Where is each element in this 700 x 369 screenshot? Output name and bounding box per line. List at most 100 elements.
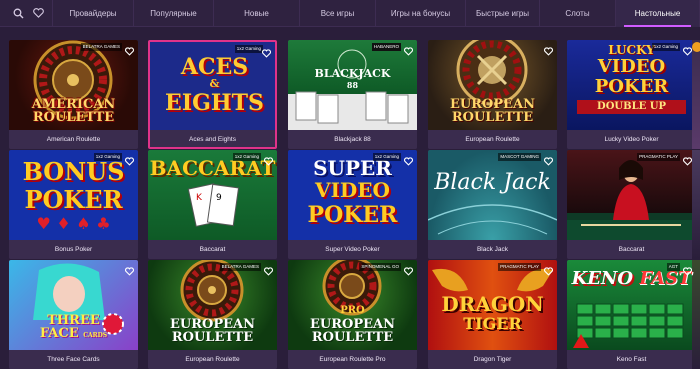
game-thumbnail: EUROPEAN ROULETTE: [428, 40, 557, 130]
provider-badge: 1x2 Gaming: [234, 45, 263, 53]
game-title: European Roulette: [428, 130, 557, 149]
card-suits-icon: ♥ ♦ ♠ ♣: [36, 214, 111, 233]
art-title-line: CARDS: [83, 332, 108, 339]
art-title-line: POKER: [24, 185, 123, 214]
provider-badge: SPINOMENAL GO: [359, 263, 401, 271]
art-title-line: Black: [434, 170, 497, 195]
game-tile-three-face-cards[interactable]: THREE FACE CARDS Three Face Cards: [9, 260, 138, 369]
category-nav: Провайдеры Популярные Новые Все игры Игр…: [0, 0, 700, 27]
tab-fast-games[interactable]: Быстрые игры: [466, 0, 540, 27]
provider-badge: PRAGMATIC PLAY: [637, 153, 680, 161]
tab-new[interactable]: Новые: [214, 0, 300, 27]
game-title: Black Jack: [428, 240, 557, 259]
game-thumbnail: THREE FACE CARDS: [9, 260, 138, 350]
game-tile-baccarat-live[interactable]: PRAGMATIC PLAY Baccarat: [567, 150, 696, 259]
game-thumbnail: BACCARAT K 9 1x2 Gaming: [148, 150, 277, 240]
game-tile-super-video-poker[interactable]: SUPER VIDEO POKER 1x2 Gaming Super Video…: [288, 150, 417, 259]
favorite-heart-icon[interactable]: [124, 153, 135, 166]
art-title-line: ROULETTE: [451, 110, 534, 125]
game-tile-lucky-video-poker[interactable]: LUCKY VIDEO POKER DOUBLE UP 1x2 Gaming L…: [567, 40, 696, 149]
art-title-line: DRAGON: [441, 292, 544, 316]
svg-text:9: 9: [216, 193, 222, 203]
game-tile-european-roulette[interactable]: EUROPEAN ROULETTE European Roulette: [428, 40, 557, 149]
provider-badge: BELATRA GAMES: [80, 43, 122, 51]
live-dealer-icon: [567, 160, 696, 240]
heart-favorites-icon[interactable]: [30, 5, 46, 21]
art-title-line: POKER: [307, 202, 398, 228]
tab-slots[interactable]: Слоты: [540, 0, 616, 27]
provider-badge: 1x2 Gaming: [93, 153, 122, 161]
game-title: Baccarat: [148, 240, 277, 259]
art-title-line: ROULETTE: [311, 330, 394, 345]
provider-badge: 1x2 Gaming: [651, 43, 680, 51]
art-title-line: BONUS: [22, 157, 125, 186]
favorite-heart-icon[interactable]: [124, 43, 135, 56]
game-thumbnail: ACES & EIGHTS 1x2 Gaming: [150, 42, 275, 132]
game-title: Super Video Poker: [288, 240, 417, 259]
game-tile-black-jack[interactable]: Black Jack MASCOT GAMING Black Jack: [428, 150, 557, 259]
game-tile-bonus-poker[interactable]: BONUS POKER ♥ ♦ ♠ ♣ 1x2 Gaming Bonus Pok…: [9, 150, 138, 259]
game-tile-european-roulette-pro[interactable]: PRO EUROPEAN ROULETTE SPINOMENAL GO Euro…: [288, 260, 417, 369]
favorite-heart-icon[interactable]: [403, 263, 414, 276]
game-title: Blackjack 88: [288, 130, 417, 149]
game-thumbnail: PRO EUROPEAN ROULETTE SPINOMENAL GO: [288, 260, 417, 350]
game-tile-baccarat[interactable]: BACCARAT K 9 1x2 Gaming Baccarat: [148, 150, 277, 259]
game-thumbnail: SUPER VIDEO POKER 1x2 Gaming: [288, 150, 417, 240]
game-thumbnail: BONUS POKER ♥ ♦ ♠ ♣ 1x2 Gaming: [9, 150, 138, 240]
art-title-line: POKER: [594, 76, 669, 97]
art-title-line: EIGHTS: [165, 90, 264, 116]
game-thumbnail: BLACKJACK 88 HABANERO: [288, 40, 417, 130]
favorite-heart-icon[interactable]: [682, 263, 693, 276]
favorite-heart-icon[interactable]: [543, 263, 554, 276]
game-thumbnail: AMERICAN ROULETTE BELATRA GAMES: [9, 40, 138, 130]
game-thumbnail: EUROPEAN ROULETTE BELATRA GAMES: [148, 260, 277, 350]
game-title: Bonus Poker: [9, 240, 138, 259]
game-tile-aces-and-eights[interactable]: ACES & EIGHTS 1x2 Gaming Aces and Eights: [148, 40, 277, 149]
art-title-line: KENO: [571, 268, 634, 289]
art-title-line: &: [209, 77, 220, 90]
game-tile-dragon-tiger[interactable]: DRAGON TIGER PRAGMATIC PLAY Dragon Tiger: [428, 260, 557, 369]
favorite-heart-icon[interactable]: [682, 153, 693, 166]
favorite-heart-icon[interactable]: [682, 43, 693, 56]
game-title: Dragon Tiger: [428, 350, 557, 369]
provider-badge: BELATRA GAMES: [219, 263, 261, 271]
tab-bonus-games[interactable]: Игры на бонусы: [376, 0, 466, 27]
game-thumbnail: DRAGON TIGER PRAGMATIC PLAY: [428, 260, 557, 350]
game-thumbnail: KENO FAST AGT: [567, 260, 696, 350]
game-tile-american-roulette[interactable]: AMERICAN ROULETTE BELATRA GAMES American…: [9, 40, 138, 149]
game-tile-european-roulette-2[interactable]: EUROPEAN ROULETTE BELATRA GAMES European…: [148, 260, 277, 369]
tab-table-games[interactable]: Настольные: [616, 0, 700, 27]
game-title: Keno Fast: [567, 350, 696, 369]
art-title-line: FACE: [39, 326, 79, 341]
favorite-heart-icon[interactable]: [403, 43, 414, 56]
art-title-line: ROULETTE: [171, 330, 254, 345]
game-title: Baccarat: [567, 240, 696, 259]
favorite-heart-icon[interactable]: [543, 153, 554, 166]
art-title-line: 88: [346, 80, 359, 90]
favorite-heart-icon[interactable]: [403, 153, 414, 166]
tab-popular[interactable]: Популярные: [134, 0, 214, 27]
game-title: Lucky Video Poker: [567, 130, 696, 149]
tab-providers[interactable]: Провайдеры: [52, 0, 134, 27]
game-title: European Roulette Pro: [288, 350, 417, 369]
game-tile-blackjack-88[interactable]: BLACKJACK 88 HABANERO Blackjack 88: [288, 40, 417, 149]
provider-badge: HABANERO: [371, 43, 401, 51]
art-title-line: PRO: [340, 305, 365, 316]
provider-badge: 1x2 Gaming: [232, 153, 261, 161]
art-title-line: LUCKY: [608, 43, 655, 57]
favorite-heart-icon[interactable]: [124, 263, 135, 276]
game-tile-keno-fast[interactable]: KENO FAST AGT Keno Fast: [567, 260, 696, 369]
favorite-heart-icon[interactable]: [543, 43, 554, 56]
game-thumbnail: Black Jack MASCOT GAMING: [428, 150, 557, 240]
partial-game-tile[interactable]: [692, 150, 700, 259]
favorite-heart-icon[interactable]: [263, 263, 274, 276]
art-title-line: BLACKJACK: [314, 67, 391, 80]
favorite-heart-icon[interactable]: [261, 45, 272, 58]
game-thumbnail: LUCKY VIDEO POKER DOUBLE UP 1x2 Gaming: [567, 40, 696, 130]
art-title-line: DOUBLE UP: [597, 101, 666, 112]
search-icon[interactable]: [10, 5, 26, 21]
tab-all-games[interactable]: Все игры: [300, 0, 376, 27]
favorite-heart-icon[interactable]: [263, 153, 274, 166]
game-title: American Roulette: [9, 130, 138, 149]
art-title-line: VIDEO: [597, 56, 666, 77]
